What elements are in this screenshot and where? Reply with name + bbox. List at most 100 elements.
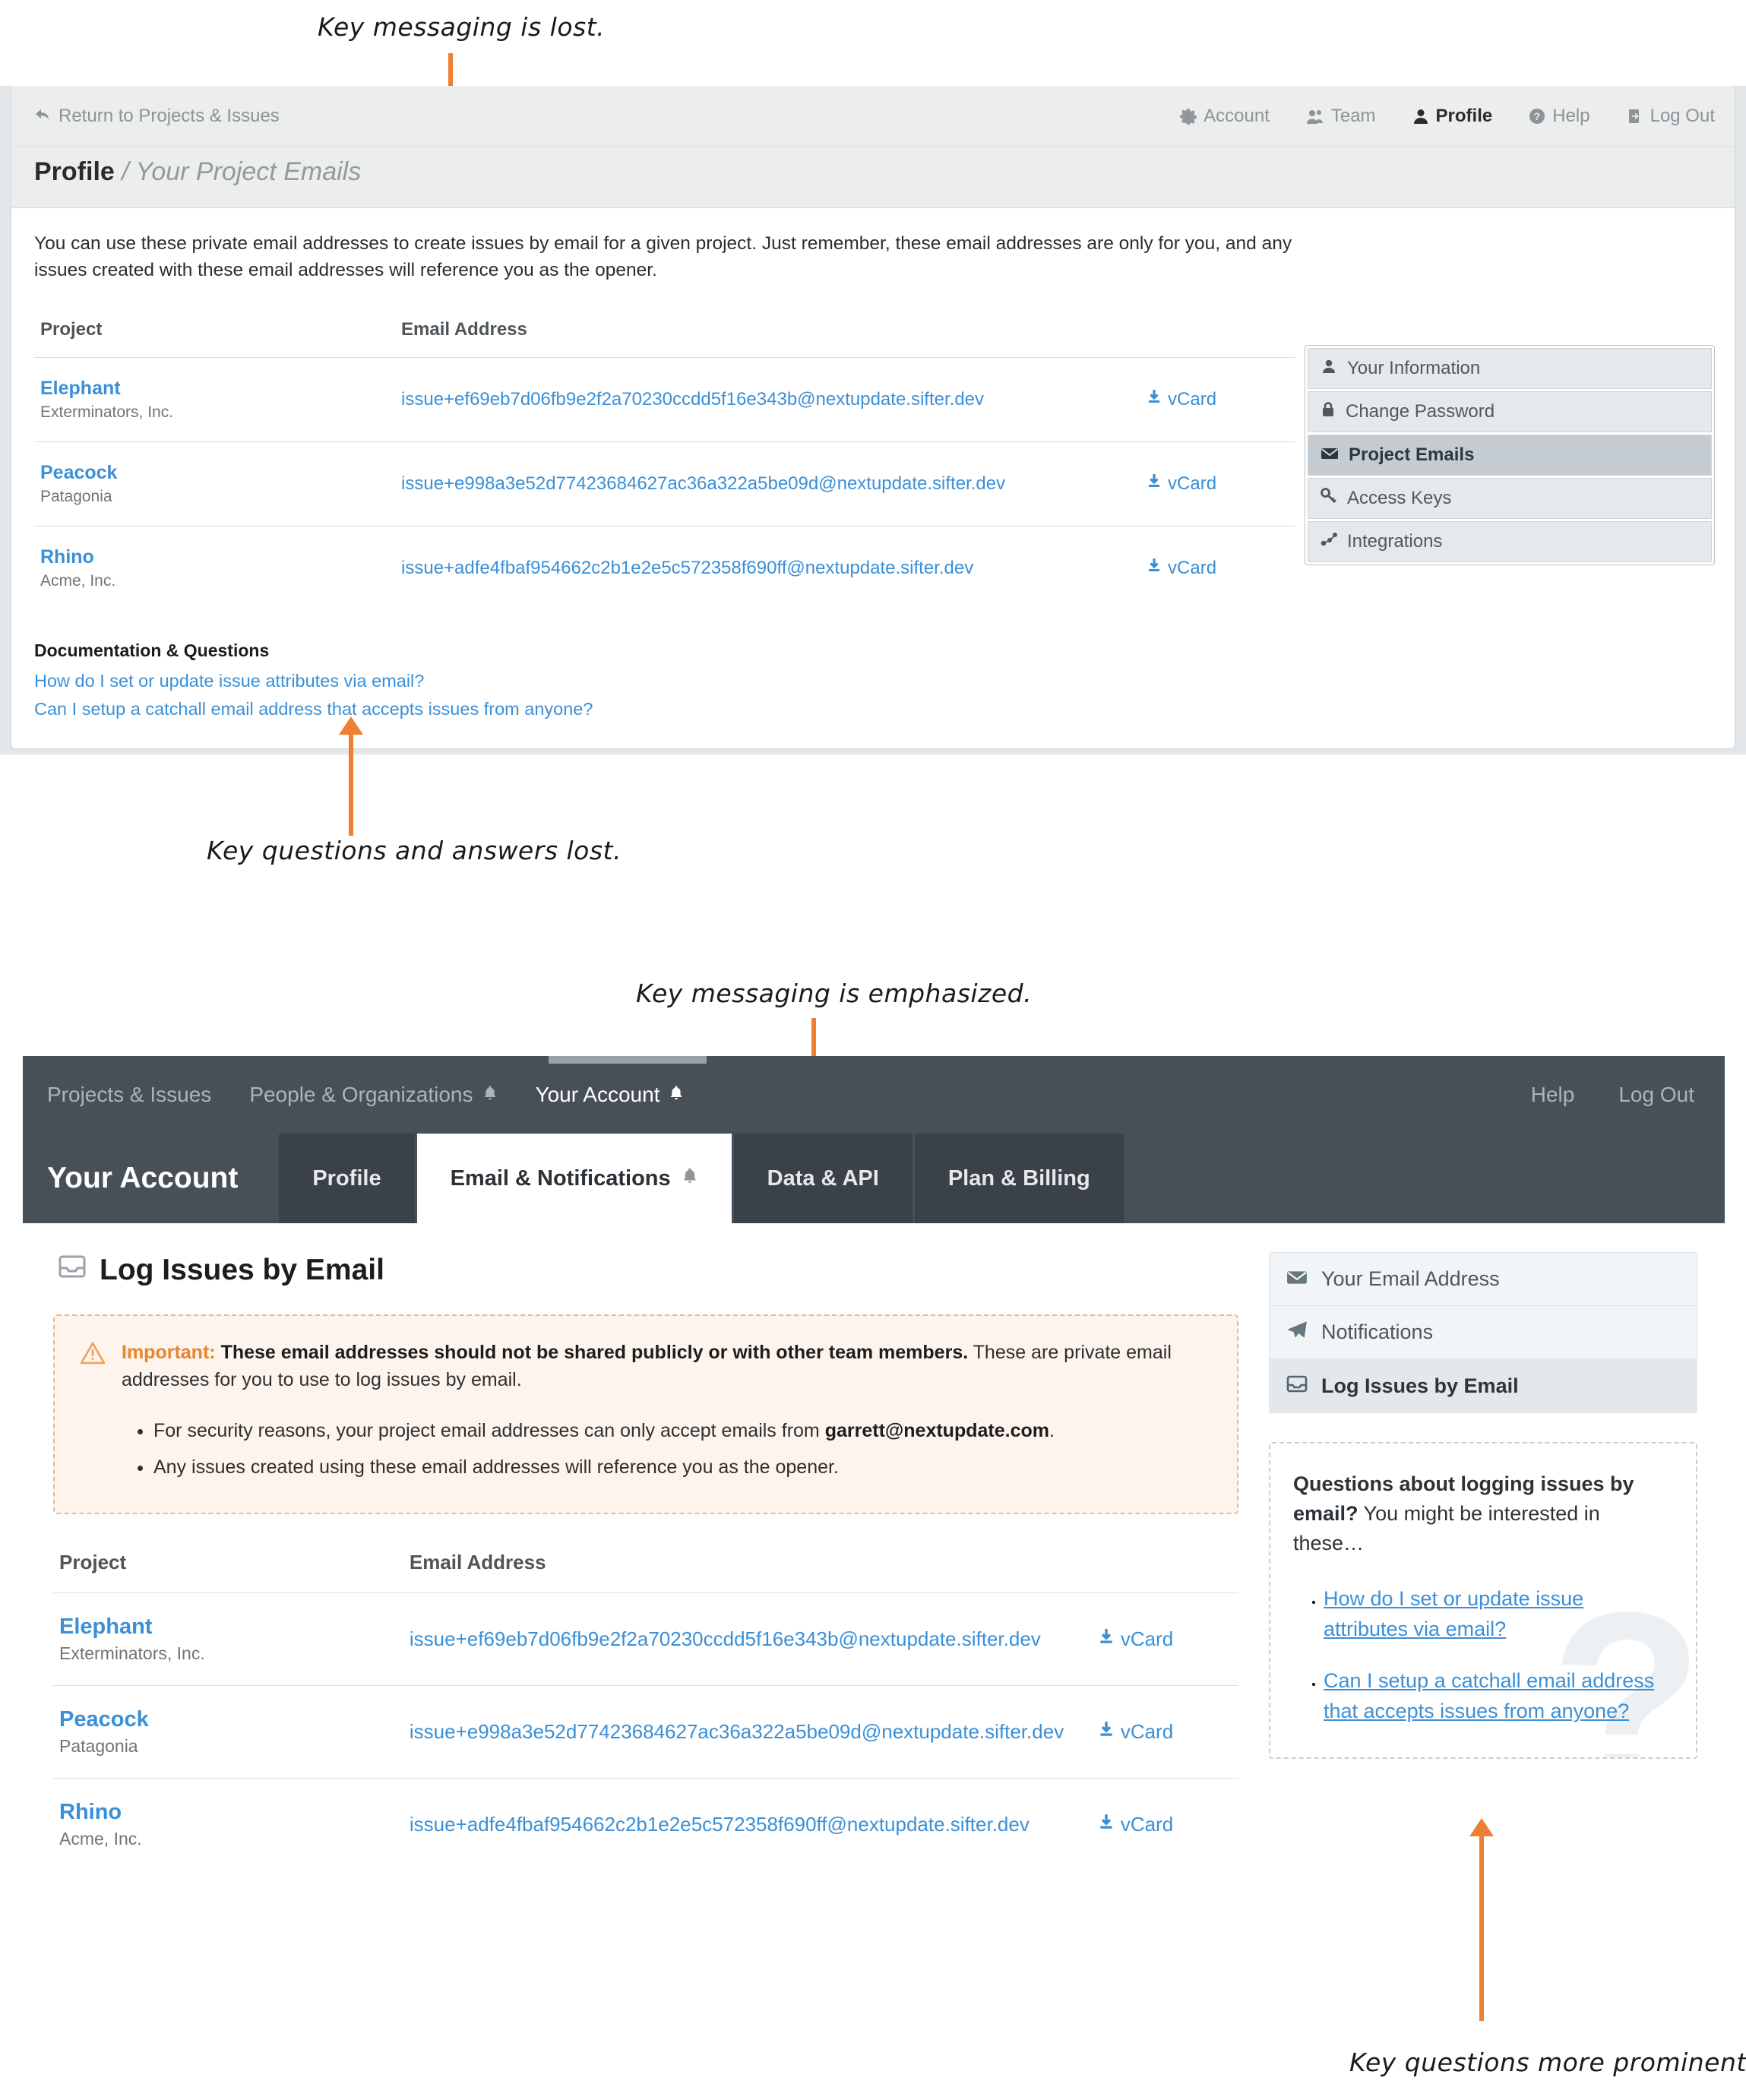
topnav-people-organizations[interactable]: People & Organizations [249,1083,497,1107]
annotation-key-messaging-lost: Key messaging is lost. [318,12,606,42]
vcard-download-link[interactable]: vCard [1147,388,1295,410]
old-nav-account-label: Account [1204,105,1270,126]
return-link-label: Return to Projects & Issues [59,105,280,126]
bullet-post: . [1049,1419,1055,1441]
email-address-link[interactable]: issue+ef69eb7d06fb9e2f2a70230ccdd5f16e34… [401,389,984,410]
old-body: You can use these private email addresse… [11,208,1735,724]
project-link[interactable]: Rhino [40,546,395,568]
sidebar-item-change-password[interactable]: Change Password [1308,391,1712,432]
annotation-key-questions-prominent: Key questions more prominent. [1349,2048,1746,2077]
docs-link-2[interactable]: Can I setup a catchall email address tha… [34,695,1712,724]
cell-email: issue+e998a3e52d77423684627ac36a322a5be0… [403,1685,1092,1779]
download-icon [1098,1720,1115,1744]
vcard-download-link[interactable]: vCard [1098,1720,1238,1744]
project-org: Patagonia [59,1736,138,1756]
old-design-card: Return to Projects & Issues Account Team [11,86,1735,749]
question-link-1[interactable]: How do I set or update issue attributes … [1324,1587,1583,1640]
return-to-projects-link[interactable]: Return to Projects & Issues [34,106,280,127]
project-link[interactable]: Elephant [59,1615,403,1640]
new-main-column: Log Issues by Email Important: These ema… [23,1223,1269,1937]
col-header-email: Email Address [395,318,1141,358]
sidebar-item-project-emails[interactable]: Project Emails [1308,435,1712,476]
project-org: Exterminators, Inc. [59,1643,205,1663]
docs-link-1[interactable]: How do I set or update issue attributes … [34,667,1712,696]
envelope-icon [1321,444,1339,466]
download-icon [1098,1627,1115,1651]
topnav-your-account[interactable]: Your Account [536,1083,685,1107]
tab-plan-billing[interactable]: Plan & Billing [914,1134,1124,1223]
project-link[interactable]: Rhino [59,1800,403,1825]
cell-vcard: vCard [1140,357,1295,442]
vcard-download-link[interactable]: vCard [1147,557,1295,579]
project-link[interactable]: Peacock [59,1707,403,1732]
envelope-icon [1286,1267,1308,1291]
project-link[interactable]: Elephant [40,378,395,400]
tab-hint-bar [549,1056,707,1064]
col-header-email: Email Address [403,1551,1092,1593]
annotation-key-questions-lost: Key questions and answers lost. [207,836,622,865]
table-row: Rhino Acme, Inc. issue+adfe4fbaf954662c2… [53,1779,1238,1871]
old-nav-help-label: Help [1552,105,1590,126]
important-notice: Important: These email addresses should … [53,1314,1238,1514]
person-icon [1321,358,1337,379]
sidebar-item-your-information[interactable]: Your Information [1308,348,1712,389]
vcard-label: vCard [1168,473,1217,494]
col-header-project: Project [34,318,396,358]
new-topnav-right: Help Log Out [1531,1083,1694,1107]
vcard-label: vCard [1168,557,1217,578]
project-link[interactable]: Peacock [40,462,395,484]
project-org: Acme, Inc. [59,1829,142,1849]
vcard-download-link[interactable]: vCard [1098,1627,1238,1651]
vcard-label: vCard [1120,1720,1174,1743]
tab-profile[interactable]: Profile [279,1134,415,1223]
project-org: Acme, Inc. [40,571,116,590]
email-address-link[interactable]: issue+e998a3e52d77423684627ac36a322a5be0… [410,1720,1064,1743]
annotation-key-messaging-emphasized: Key messaging is emphasized. [636,979,1033,1008]
list-item: How do I set or update issue attributes … [1324,1584,1673,1645]
email-address-link[interactable]: issue+e998a3e52d77423684627ac36a322a5be0… [401,473,1005,494]
cell-email: issue+adfe4fbaf954662c2b1e2e5c572358f690… [403,1779,1092,1871]
lock-icon [1321,401,1336,423]
email-address-link[interactable]: issue+ef69eb7d06fb9e2f2a70230ccdd5f16e34… [410,1627,1041,1650]
col-header-project: Project [53,1551,403,1593]
download-icon [1147,557,1162,579]
cell-email: issue+ef69eb7d06fb9e2f2a70230ccdd5f16e34… [395,357,1141,442]
old-profile-sidebar: Your Information Change Password Project… [1305,345,1715,565]
tab-email-notifications[interactable]: Email & Notifications [416,1134,732,1223]
page-title: Profile / Your Project Emails [11,147,1735,187]
important-notice-text: Important: These email addresses should … [122,1339,1210,1490]
vcard-download-link[interactable]: vCard [1098,1813,1238,1836]
important-bullet-list: For security reasons, your project email… [122,1417,1210,1482]
topnav-projects-issues[interactable]: Projects & Issues [47,1083,211,1107]
sidebar-item-integrations[interactable]: Integrations [1308,521,1712,562]
old-header: Return to Projects & Issues Account Team [11,86,1735,208]
topnav-logout[interactable]: Log Out [1618,1083,1694,1107]
sidebar-item-your-email-address[interactable]: Your Email Address [1270,1253,1697,1306]
account-tab-bar: Your Account Profile Email & Notificatio… [23,1134,1725,1223]
list-item: Can I setup a catchall email address tha… [1324,1666,1673,1727]
question-link-2[interactable]: Can I setup a catchall email address tha… [1324,1669,1654,1722]
old-nav-help[interactable]: ? Help [1529,105,1590,127]
svg-text:?: ? [1534,110,1541,122]
old-nav-logout[interactable]: Log Out [1627,106,1715,127]
old-nav-account[interactable]: Account [1180,106,1270,127]
vcard-download-link[interactable]: vCard [1147,473,1295,495]
tab-data-api[interactable]: Data & API [733,1134,913,1223]
project-org: Exterminators, Inc. [40,403,174,421]
topnav-help[interactable]: Help [1531,1083,1575,1107]
inbox-icon [1286,1374,1308,1398]
table-header-row: Project Email Address [53,1551,1238,1593]
sidebar-label: Access Keys [1347,488,1452,508]
documentation-and-questions: Documentation & Questions How do I set o… [34,640,1712,724]
questions-box-lead: Questions about logging issues by email?… [1293,1469,1673,1558]
sidebar-item-access-keys[interactable]: Access Keys [1308,478,1712,519]
cell-project: Rhino Acme, Inc. [34,526,395,610]
intro-paragraph: You can use these private email addresse… [34,233,1292,280]
old-nav-team[interactable]: Team [1306,106,1376,127]
page-title-main: Profile [34,157,115,186]
old-nav-profile[interactable]: Profile [1412,106,1492,127]
sidebar-item-log-issues-by-email[interactable]: Log Issues by Email [1270,1359,1697,1412]
sidebar-item-notifications[interactable]: Notifications [1270,1306,1697,1359]
email-address-link[interactable]: issue+adfe4fbaf954662c2b1e2e5c572358f690… [401,558,973,578]
email-address-link[interactable]: issue+adfe4fbaf954662c2b1e2e5c572358f690… [410,1813,1030,1836]
